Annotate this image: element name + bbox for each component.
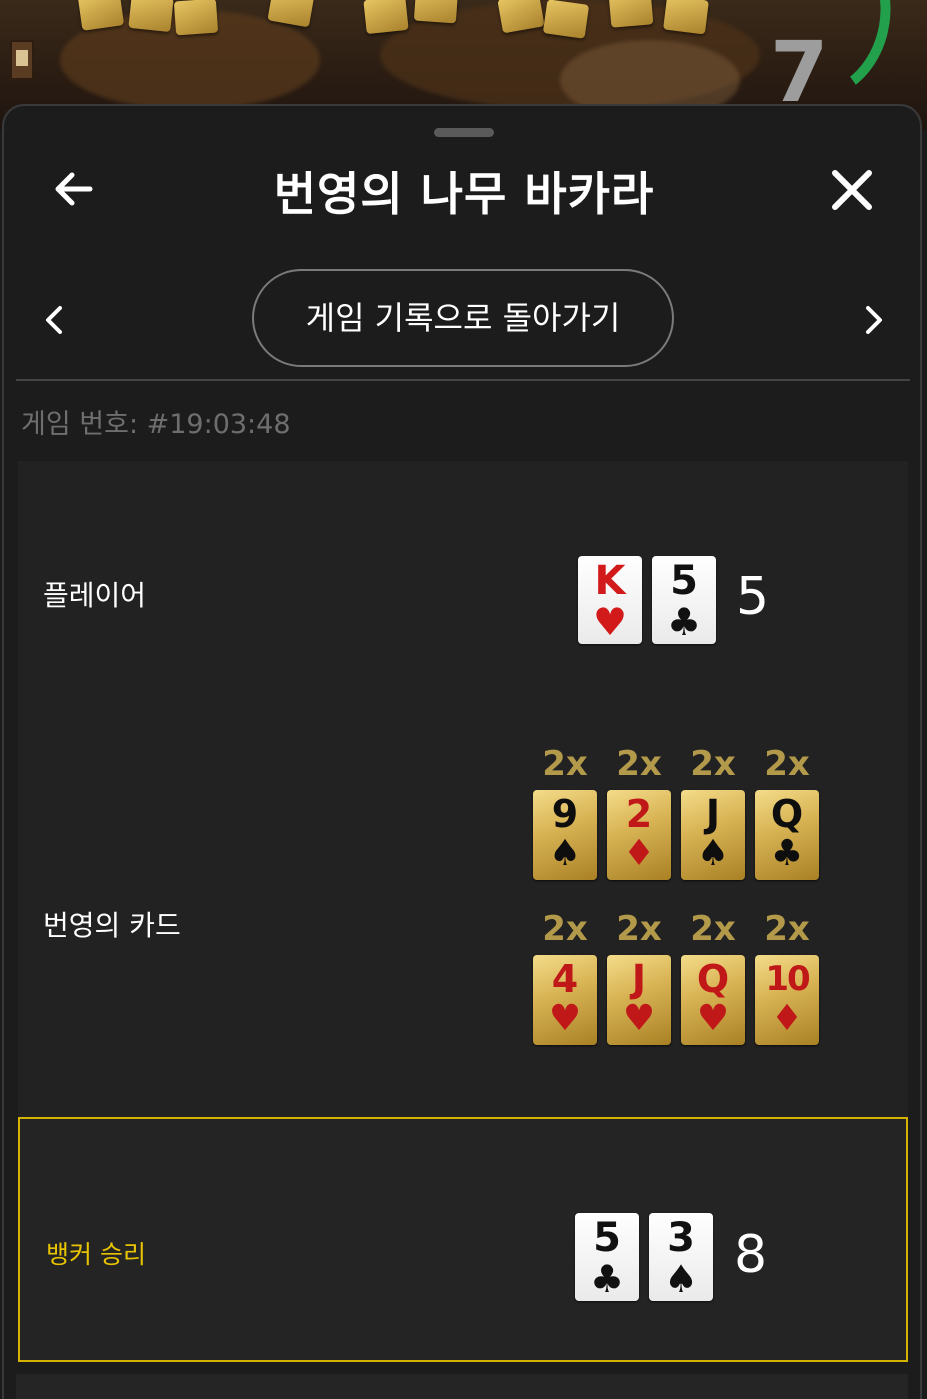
- multiplier-badge: 2x: [616, 744, 662, 784]
- multiplier-badge: 2x: [542, 909, 588, 949]
- spade-suit-icon: ♠: [696, 833, 730, 874]
- card-rank: 2: [625, 792, 653, 836]
- prosperity-card: Q ♥: [681, 955, 745, 1045]
- card-rank: 5: [593, 1215, 621, 1261]
- close-button[interactable]: [826, 164, 878, 216]
- banker-win-panel: 뱅커 승리 5 ♣ 3 ♠ 8: [18, 1117, 908, 1362]
- game-number: 게임 번호: #19:03:48: [21, 409, 291, 440]
- arrow-left-icon: [55, 172, 93, 206]
- card-rank: Q: [770, 792, 804, 836]
- banker-card: 3 ♠: [649, 1213, 713, 1301]
- chevron-right-icon: [866, 306, 882, 334]
- diamond-suit-icon: ♦: [622, 833, 656, 874]
- sheet-drag-handle[interactable]: [434, 128, 494, 137]
- next-game-button[interactable]: [856, 302, 890, 338]
- player-score: 5: [736, 567, 770, 627]
- card-rank: 3: [667, 1215, 695, 1261]
- heart-suit-icon: ♥: [696, 998, 730, 1039]
- multiplier-badge: 2x: [764, 909, 810, 949]
- game-history-sheet: 번영의 나무 바카라 게임 기록으로 돌아가기 게임 번호: #19:03:48…: [2, 104, 922, 1399]
- player-label: 플레이어: [43, 579, 147, 612]
- banker-score: 8: [734, 1225, 768, 1285]
- back-button[interactable]: [48, 166, 104, 212]
- multiplier-badge: 2x: [764, 744, 810, 784]
- chevron-left-icon: [46, 306, 62, 334]
- countdown-timer: 7: [770, 23, 829, 121]
- card-rank: 10: [765, 959, 810, 999]
- multiplier-badge: 2x: [690, 744, 736, 784]
- player-card: K ♥: [578, 556, 642, 644]
- club-suit-icon: ♣: [770, 833, 804, 874]
- banker-card: 5 ♣: [575, 1213, 639, 1301]
- page-title: 번영의 나무 바카라: [273, 167, 655, 221]
- multiplier-badge: 2x: [542, 744, 588, 784]
- heart-suit-icon: ♥: [548, 998, 582, 1039]
- prosperity-card: 2 ♦: [607, 790, 671, 880]
- prosperity-card: 9 ♠: [533, 790, 597, 880]
- spade-suit-icon: ♠: [663, 1257, 699, 1301]
- previous-game-button[interactable]: [38, 302, 72, 338]
- prosperity-card: J ♥: [607, 955, 671, 1045]
- heart-suit-icon: ♥: [622, 998, 656, 1039]
- spade-suit-icon: ♠: [548, 833, 582, 874]
- card-rank: 4: [551, 957, 579, 1001]
- diamond-suit-icon: ♦: [770, 998, 804, 1039]
- prosperity-card: 4 ♥: [533, 955, 597, 1045]
- next-section-edge: [16, 1374, 908, 1399]
- divider: [16, 379, 910, 381]
- prosperity-card: 10 ♦: [755, 955, 819, 1045]
- club-suit-icon: ♣: [589, 1257, 625, 1301]
- prosperity-card: J ♠: [681, 790, 745, 880]
- club-suit-icon: ♣: [666, 600, 702, 644]
- lantern-decoration: [10, 40, 34, 80]
- back-to-history-button[interactable]: 게임 기록으로 돌아가기: [252, 269, 674, 367]
- multiplier-badge: 2x: [690, 909, 736, 949]
- card-rank: Q: [696, 957, 730, 1001]
- card-rank: K: [594, 558, 626, 604]
- card-rank: 9: [551, 792, 579, 836]
- prosperity-label: 번영의 카드: [43, 909, 181, 942]
- heart-suit-icon: ♥: [592, 600, 628, 644]
- card-rank: J: [631, 957, 647, 1001]
- banker-win-label: 뱅커 승리: [46, 1240, 146, 1269]
- close-icon: [832, 170, 872, 210]
- multiplier-badge: 2x: [616, 909, 662, 949]
- card-rank: J: [705, 792, 721, 836]
- prosperity-card: Q ♣: [755, 790, 819, 880]
- card-rank: 5: [670, 558, 698, 604]
- player-card: 5 ♣: [652, 556, 716, 644]
- result-panel: 플레이어 K ♥ 5 ♣ 5 번영의 카드 2x 2x 2x 2x 9 ♠ 2 …: [18, 461, 908, 1121]
